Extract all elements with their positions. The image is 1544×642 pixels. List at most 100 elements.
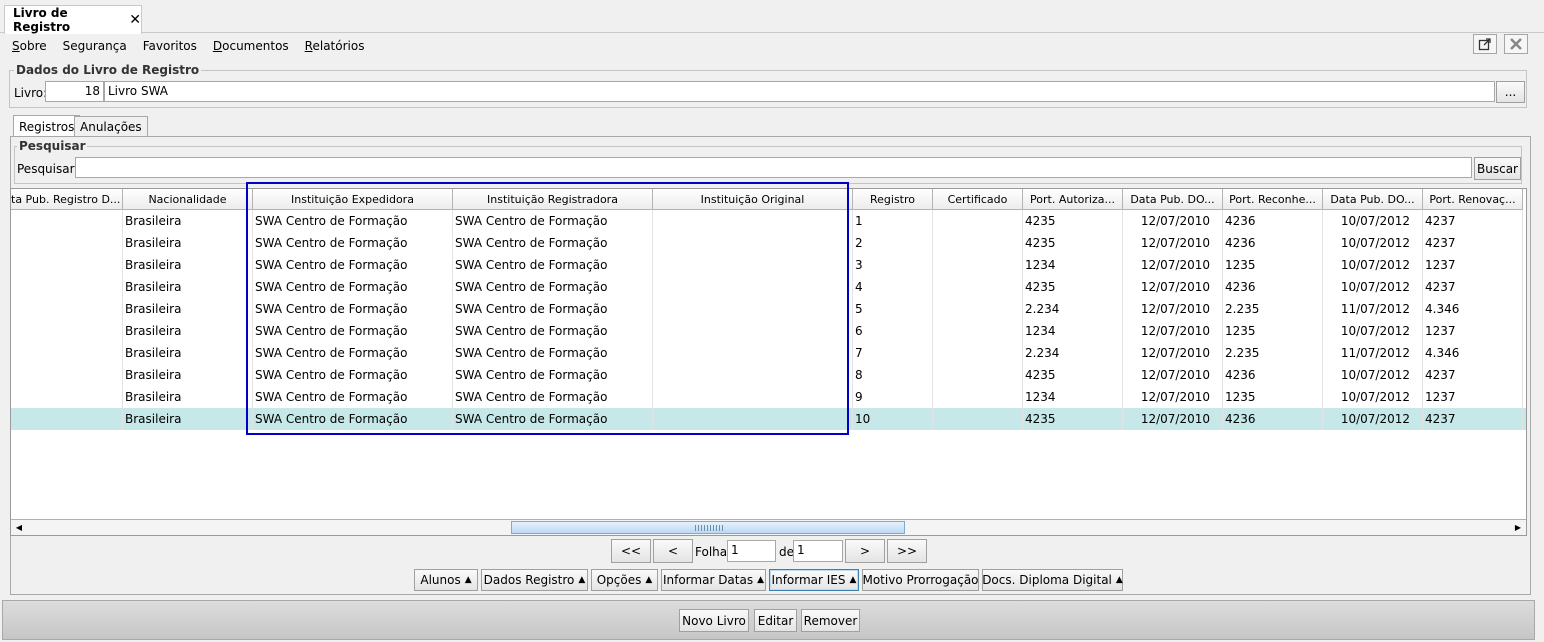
cell-data-pub-do-autorizacao: 12/07/2010: [1123, 364, 1223, 386]
cell-data-pub-do-reconhecimento: 10/07/2012: [1323, 364, 1423, 386]
cell-pub-registro: [11, 342, 123, 364]
cell-data-pub-do-autorizacao: 12/07/2010: [1123, 210, 1223, 232]
cell-port-reconhecimento: 4236: [1223, 408, 1323, 430]
dados-registro-button[interactable]: Dados Registro ▲: [481, 569, 588, 591]
cell-data-pub-do-autorizacao: 12/07/2010: [1123, 254, 1223, 276]
column-header-port-autorizacao[interactable]: Port. Autoriza...: [1023, 189, 1123, 210]
cell-nacionalidade: Brasileira: [123, 232, 253, 254]
cell-port-renovacao: 1237: [1423, 386, 1523, 408]
column-header-data-pub-do-autorizacao[interactable]: Data Pub. DO...: [1123, 189, 1223, 210]
cell-port-renovacao: 4237: [1423, 364, 1523, 386]
cell-certificado: [933, 386, 1023, 408]
cell-data-pub-do-autorizacao: 12/07/2010: [1123, 276, 1223, 298]
novo-livro-button[interactable]: Novo Livro: [679, 609, 749, 632]
editar-button[interactable]: Editar: [754, 609, 797, 632]
search-button[interactable]: Buscar: [1474, 157, 1521, 180]
cell-data-pub-do-autorizacao: 12/07/2010: [1123, 298, 1223, 320]
page-input[interactable]: 1: [727, 540, 776, 562]
cell-port-renovacao: 4237: [1423, 408, 1523, 430]
tab-anulacoes[interactable]: Anulações: [74, 116, 148, 136]
cell-port-renovacao: 4.346: [1423, 298, 1523, 320]
livro-code-input[interactable]: 18: [45, 81, 104, 102]
cell-data-pub-do-reconhecimento: 10/07/2012: [1323, 276, 1423, 298]
cell-registro: 5: [853, 298, 933, 320]
menu-relatorios[interactable]: Relatórios: [305, 39, 365, 53]
remover-button[interactable]: Remover: [801, 609, 860, 632]
cell-data-pub-do-reconhecimento: 11/07/2012: [1323, 342, 1423, 364]
menu-sobre[interactable]: Sobre: [12, 39, 47, 53]
cell-registro: 4: [853, 276, 933, 298]
cell-port-autorizacao: 4235: [1023, 276, 1123, 298]
prev-page-button[interactable]: <: [653, 539, 693, 563]
detach-window-button[interactable]: [1473, 34, 1497, 54]
cell-data-pub-do-autorizacao: 12/07/2010: [1123, 386, 1223, 408]
cell-nacionalidade: Brasileira: [123, 276, 253, 298]
cell-port-renovacao: 1237: [1423, 320, 1523, 342]
column-header-port-reconhecimento[interactable]: Port. Reconhe...: [1223, 189, 1323, 210]
column-header-registro[interactable]: Registro: [853, 189, 933, 210]
cell-port-renovacao: 4.346: [1423, 342, 1523, 364]
docs-diploma-digital-button[interactable]: Docs. Diploma Digital ▲: [982, 569, 1123, 591]
caret-up-icon: ▲: [849, 575, 857, 585]
cell-registro: 1: [853, 210, 933, 232]
cell-port-autorizacao: 1234: [1023, 386, 1123, 408]
caret-up-icon: ▲: [1115, 575, 1123, 585]
search-input[interactable]: [75, 157, 1472, 178]
scroll-right-icon[interactable]: ▶: [1511, 521, 1525, 534]
scrollbar-thumb[interactable]: [511, 521, 905, 534]
horizontal-scrollbar[interactable]: ◀ ▶: [11, 519, 1526, 535]
livro-legend: Dados do Livro de Registro: [14, 63, 202, 77]
column-header-pub-registro[interactable]: ta Pub. Registro D...: [11, 189, 123, 210]
cell-port-reconhecimento: 4236: [1223, 232, 1323, 254]
column-header-nacionalidade[interactable]: Nacionalidade: [123, 189, 253, 210]
cell-nacionalidade: Brasileira: [123, 210, 253, 232]
livro-label: Livro:: [14, 86, 48, 100]
alunos-button[interactable]: Alunos ▲: [414, 569, 478, 591]
cell-registro: 7: [853, 342, 933, 364]
cell-port-autorizacao: 4235: [1023, 408, 1123, 430]
cell-pub-registro: [11, 276, 123, 298]
informar-ies-button[interactable]: Informar IES ▲: [769, 569, 859, 591]
cell-certificado: [933, 254, 1023, 276]
livro-name-input[interactable]: Livro SWA: [104, 81, 1495, 102]
cell-data-pub-do-autorizacao: 12/07/2010: [1123, 232, 1223, 254]
cell-pub-registro: [11, 408, 123, 430]
menu-documentos[interactable]: Documentos: [213, 39, 289, 53]
scroll-left-icon[interactable]: ◀: [12, 521, 26, 534]
cell-certificado: [933, 364, 1023, 386]
close-window-button[interactable]: [1504, 34, 1528, 54]
close-tab-icon[interactable]: ✕: [129, 12, 141, 28]
close-icon: [1510, 38, 1522, 50]
column-header-port-renovacao[interactable]: Port. Renovaç...: [1423, 189, 1523, 210]
informar-datas-button[interactable]: Informar Datas ▲: [661, 569, 766, 591]
first-page-button[interactable]: <<: [611, 539, 651, 563]
cell-data-pub-do-reconhecimento: 11/07/2012: [1323, 298, 1423, 320]
caret-up-icon: ▲: [645, 575, 653, 585]
cell-port-autorizacao: 2.234: [1023, 342, 1123, 364]
cell-port-reconhecimento: 4236: [1223, 276, 1323, 298]
cell-registro: 3: [853, 254, 933, 276]
menu-favoritos[interactable]: Favoritos: [143, 39, 197, 53]
column-header-data-pub-do-reconhecimento[interactable]: Data Pub. DO...: [1323, 189, 1423, 210]
cell-port-autorizacao: 2.234: [1023, 298, 1123, 320]
cell-certificado: [933, 298, 1023, 320]
next-page-button[interactable]: >: [845, 539, 885, 563]
tab-registros[interactable]: Registros: [13, 115, 81, 137]
document-tab[interactable]: Livro de Registro ✕: [4, 5, 142, 34]
external-window-icon: [1478, 38, 1491, 51]
motivo-prorrogacao-button[interactable]: Motivo Prorrogação: [862, 569, 979, 591]
caret-up-icon: ▲: [464, 575, 472, 585]
cell-data-pub-do-reconhecimento: 10/07/2012: [1323, 232, 1423, 254]
menubar: Sobre Segurança Favoritos Documentos Rel…: [0, 34, 1544, 58]
opcoes-button[interactable]: Opções ▲: [591, 569, 658, 591]
cell-port-autorizacao: 4235: [1023, 210, 1123, 232]
livro-browse-button[interactable]: ...: [1496, 81, 1525, 103]
column-header-certificado[interactable]: Certificado: [933, 189, 1023, 210]
cell-certificado: [933, 276, 1023, 298]
last-page-button[interactable]: >>: [887, 539, 927, 563]
menu-seguranca[interactable]: Segurança: [63, 39, 127, 53]
folha-label: Folha: [695, 545, 728, 559]
cell-data-pub-do-reconhecimento: 10/07/2012: [1323, 320, 1423, 342]
cell-nacionalidade: Brasileira: [123, 408, 253, 430]
caret-up-icon: ▲: [578, 575, 586, 585]
